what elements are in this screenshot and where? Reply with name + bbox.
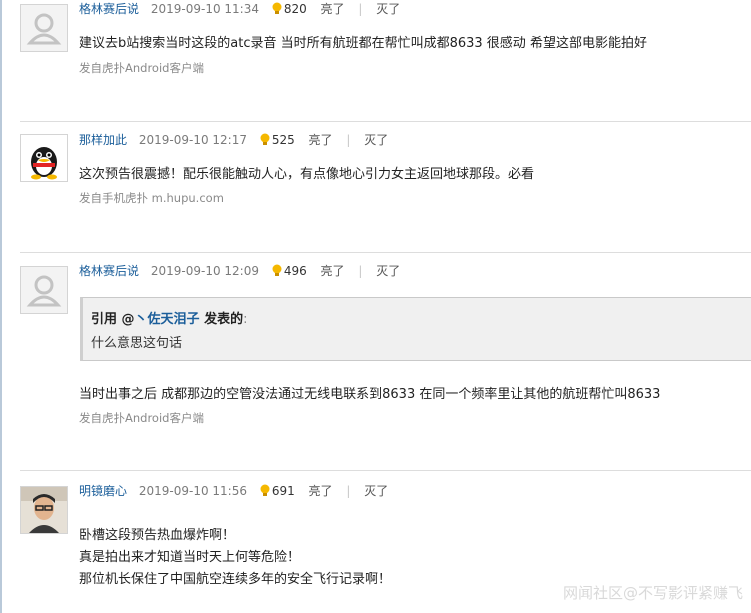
dislike-button[interactable]: 灭了 bbox=[376, 2, 400, 16]
like-button[interactable]: 亮了 bbox=[309, 133, 333, 147]
post-content: 建议去b站搜索当时这段的atc录音 当时所有航班都在帮忙叫成都8633 很感动 … bbox=[79, 36, 647, 51]
light-count: 691 bbox=[271, 484, 295, 498]
post-content: 这次预告很震撼！配乐很能触动人心，有点像地心引力女主返回地球那段。必看 bbox=[79, 167, 535, 182]
light-indicator: 691 bbox=[259, 482, 295, 500]
post-source: 发自手机虎扑 m.hupu.com bbox=[79, 191, 224, 205]
lightbulb-icon bbox=[260, 484, 270, 496]
like-button[interactable]: 亮了 bbox=[309, 484, 333, 498]
post-content-line: 真是拍出来才知道当时天上何等危险！ bbox=[79, 550, 301, 565]
user-avatar[interactable] bbox=[20, 486, 68, 534]
post-meta: 格林赛后说 2019-09-10 11:34 820 亮了 | 灭了 bbox=[79, 0, 400, 18]
post-divider bbox=[20, 121, 751, 122]
dislike-button[interactable]: 灭了 bbox=[376, 264, 400, 278]
like-button[interactable]: 亮了 bbox=[321, 264, 345, 278]
post-content-line: 那位机长保住了中国航空连续多年的安全飞行记录啊！ bbox=[79, 572, 392, 587]
left-border bbox=[0, 0, 2, 613]
quote-header: 引用 @丶佐天泪子 发表的: bbox=[91, 308, 247, 327]
post-time: 2019-09-10 11:56 bbox=[138, 484, 247, 498]
light-indicator: 496 bbox=[271, 262, 307, 280]
like-button[interactable]: 亮了 bbox=[321, 2, 345, 16]
dislike-button[interactable]: 灭了 bbox=[364, 484, 388, 498]
post-divider bbox=[20, 470, 751, 471]
default-avatar[interactable] bbox=[20, 266, 68, 314]
quote-colon: : bbox=[243, 312, 248, 327]
default-avatar[interactable] bbox=[20, 4, 68, 52]
post-meta: 明镜磨心 2019-09-10 11:56 691 亮了 | 灭了 bbox=[79, 482, 388, 500]
quoted-username-link[interactable]: 丶佐天泪子 bbox=[135, 312, 200, 327]
post-time: 2019-09-10 12:09 bbox=[150, 264, 259, 278]
post-source: 发自虎扑Android客户端 bbox=[79, 61, 204, 75]
post-meta: 那样加此 2019-09-10 12:17 525 亮了 | 灭了 bbox=[79, 131, 388, 149]
quote-block: 引用 @丶佐天泪子 发表的: 什么意思这句话 bbox=[80, 297, 751, 361]
quote-suffix: 发表的 bbox=[199, 312, 244, 327]
username-link[interactable]: 明镜磨心 bbox=[79, 484, 127, 498]
post-content-line: 卧槽这段预告热血爆炸啊！ bbox=[79, 528, 236, 543]
lightbulb-icon bbox=[260, 133, 270, 145]
post-time: 2019-09-10 12:17 bbox=[138, 133, 247, 147]
lightbulb-icon bbox=[272, 264, 282, 276]
light-indicator: 820 bbox=[271, 0, 307, 18]
post-source: 发自虎扑Android客户端 bbox=[79, 411, 204, 425]
dislike-button[interactable]: 灭了 bbox=[364, 133, 388, 147]
light-count: 525 bbox=[271, 133, 295, 147]
username-link[interactable]: 那样加此 bbox=[79, 133, 127, 147]
watermark-text: 网闻社区@不写影评紧赚飞 bbox=[562, 584, 743, 602]
post-meta: 格林赛后说 2019-09-10 12:09 496 亮了 | 灭了 bbox=[79, 262, 400, 280]
user-avatar[interactable] bbox=[20, 134, 68, 182]
username-link[interactable]: 格林赛后说 bbox=[79, 264, 139, 278]
light-count: 820 bbox=[283, 2, 307, 16]
quote-prefix: 引用 @ bbox=[91, 312, 135, 327]
quote-text: 什么意思这句话 bbox=[91, 336, 183, 351]
action-divider: | bbox=[358, 264, 363, 278]
action-divider: | bbox=[346, 133, 351, 147]
post-content: 当时出事之后 成都那边的空管没法通过无线电联系到8633 在同一个频率里让其他的… bbox=[79, 387, 661, 402]
post-divider bbox=[20, 252, 751, 253]
username-link[interactable]: 格林赛后说 bbox=[79, 2, 139, 16]
lightbulb-icon bbox=[272, 2, 282, 14]
action-divider: | bbox=[346, 484, 351, 498]
action-divider: | bbox=[358, 2, 363, 16]
light-count: 496 bbox=[283, 264, 307, 278]
post-time: 2019-09-10 11:34 bbox=[150, 2, 259, 16]
light-indicator: 525 bbox=[259, 131, 295, 149]
